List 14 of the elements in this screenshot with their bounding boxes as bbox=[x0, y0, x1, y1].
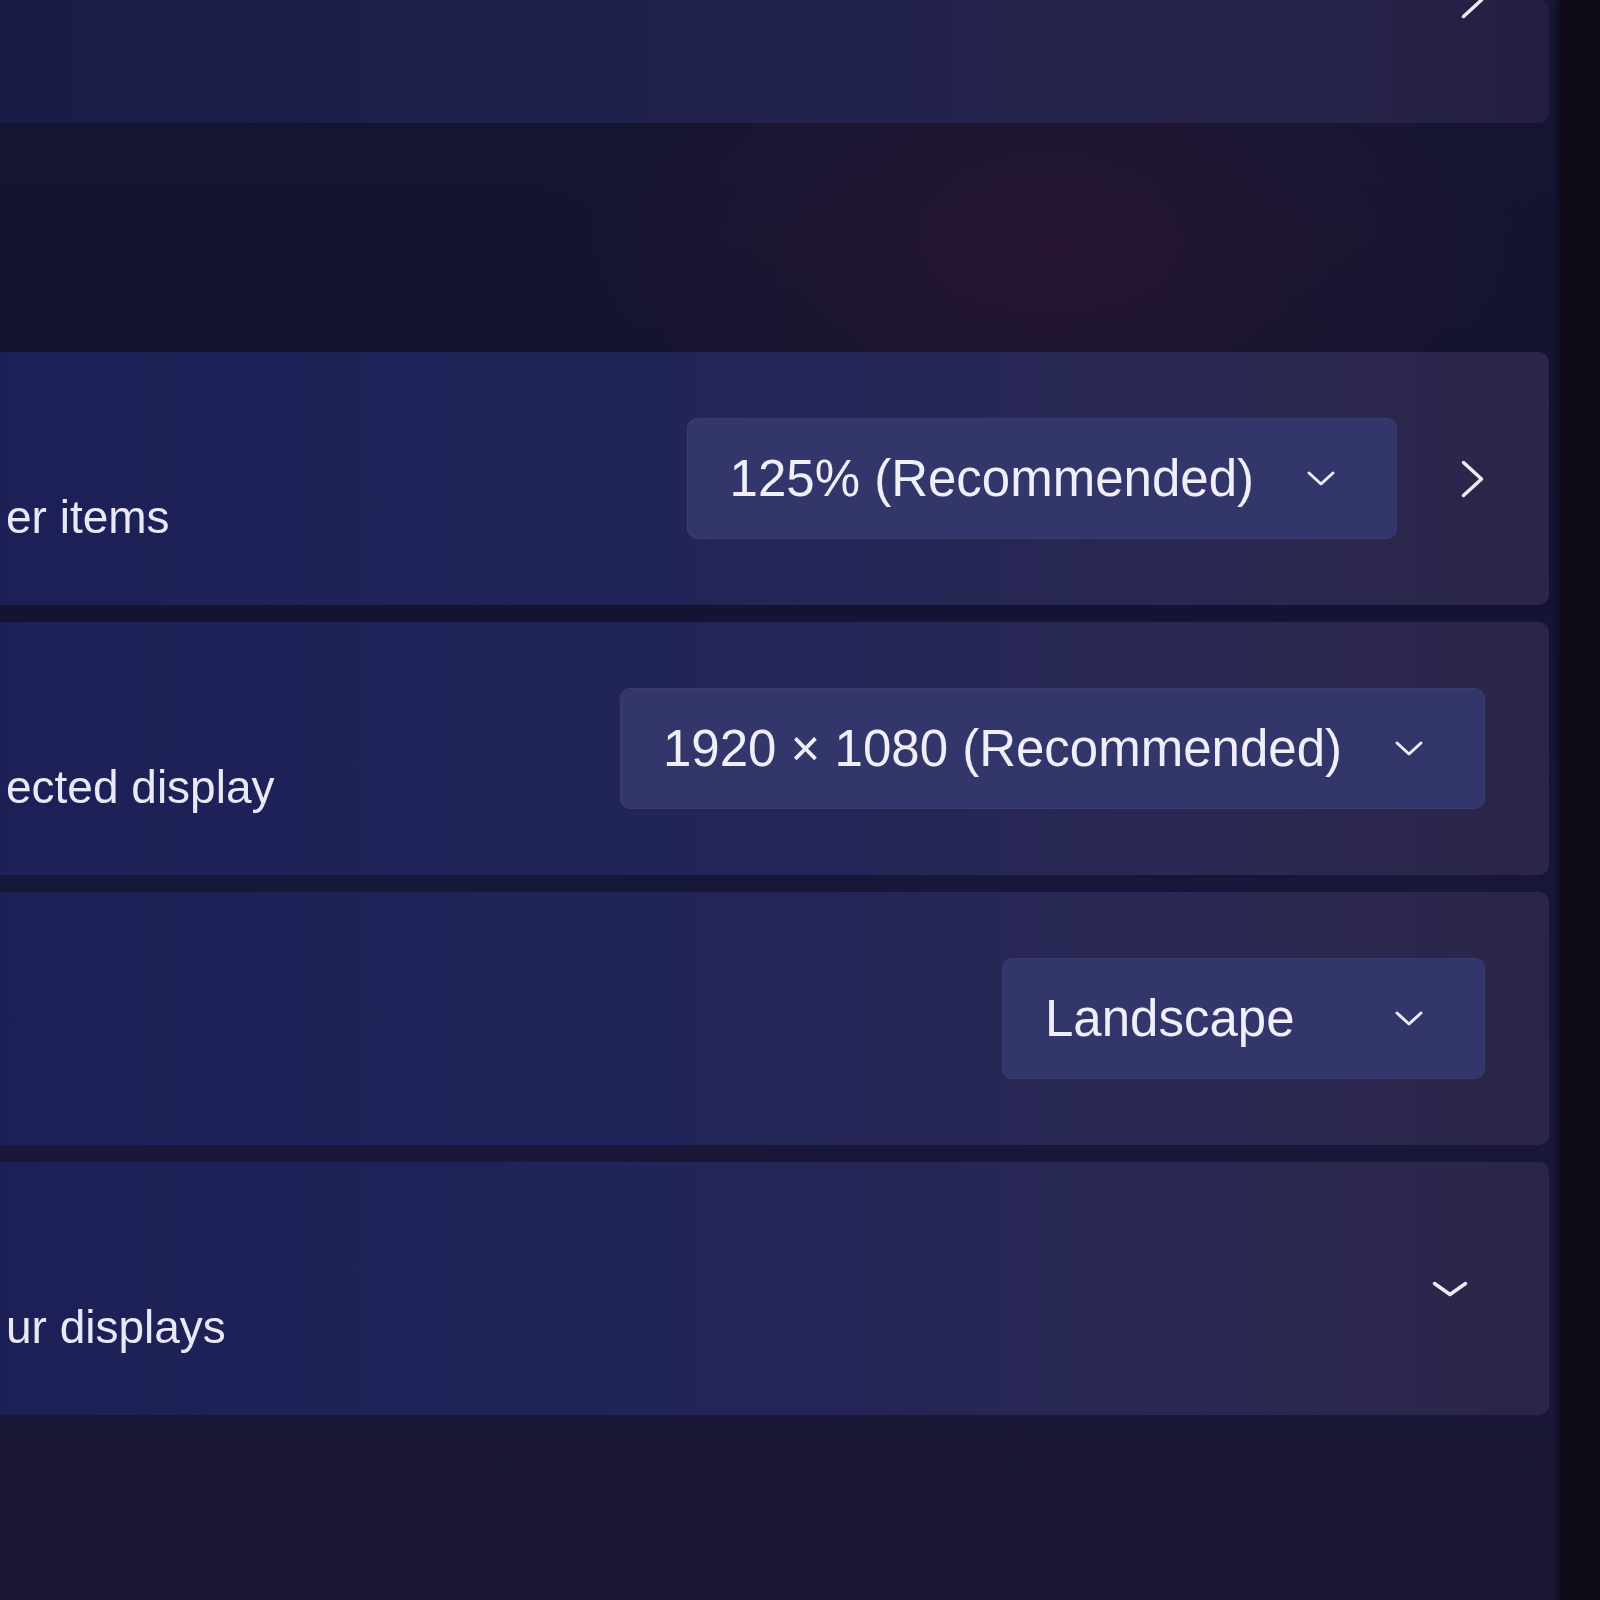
settings-card[interactable]: er items 125% (Recommended) bbox=[0, 352, 1549, 605]
dropdown[interactable]: Landscape bbox=[1002, 958, 1485, 1079]
chevron-right-icon bbox=[1460, 458, 1485, 499]
chevron-down-icon bbox=[1306, 470, 1336, 487]
dropdown[interactable]: 125% (Recommended) bbox=[686, 418, 1397, 539]
setting-description: ur displays bbox=[6, 1300, 226, 1355]
settings-card[interactable]: ur displays bbox=[0, 1162, 1549, 1415]
chevron-down-icon bbox=[1394, 740, 1424, 757]
setting-description: er items bbox=[6, 490, 170, 545]
settings-card[interactable] bbox=[0, 0, 1549, 123]
setting-description: ected display bbox=[6, 760, 275, 815]
dropdown[interactable]: 1920 × 1080 (Recommended) bbox=[620, 688, 1485, 809]
chevron-right-icon bbox=[1460, 0, 1485, 20]
chevron-down-icon bbox=[1394, 1010, 1424, 1027]
